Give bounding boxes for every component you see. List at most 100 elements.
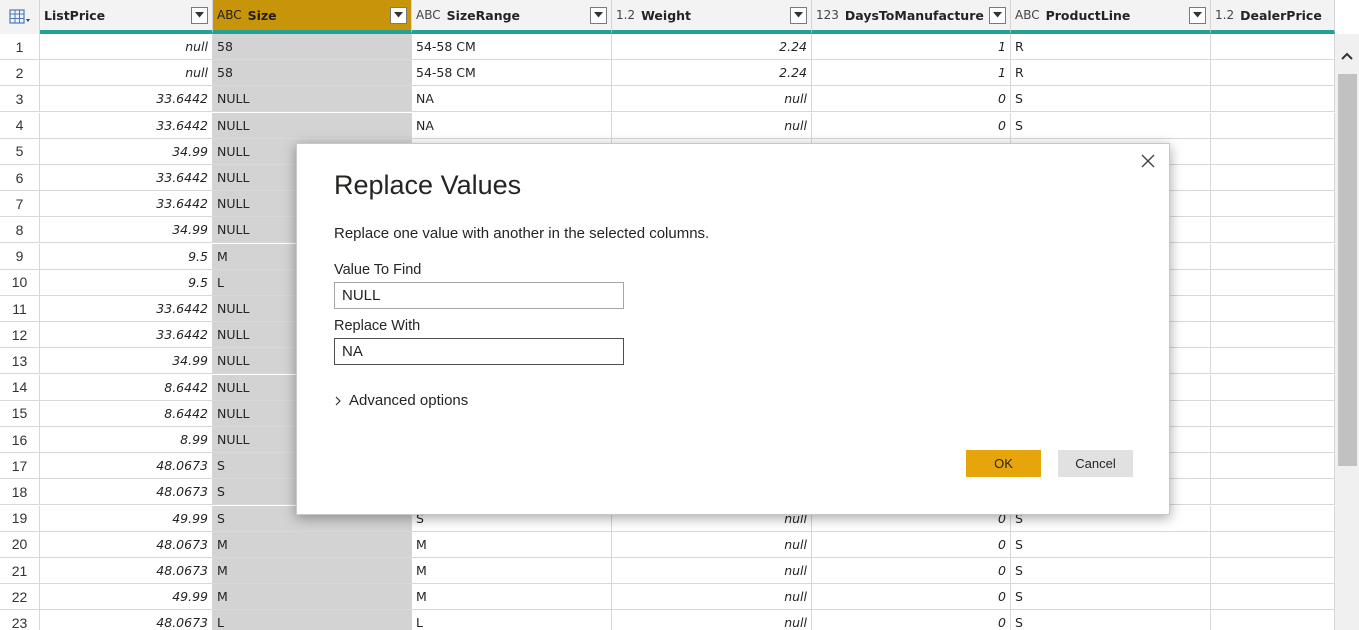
value-to-find-input[interactable]: NULL <box>334 282 624 309</box>
row-number[interactable]: 6 <box>0 165 40 191</box>
table-cell[interactable]: 0 <box>812 558 1011 584</box>
table-cell[interactable]: 49.99 <box>40 584 213 611</box>
filter-dropdown-icon[interactable] <box>790 6 807 24</box>
row-number[interactable]: 22 <box>0 584 40 611</box>
row-number[interactable]: 3 <box>0 86 40 113</box>
table-cell[interactable]: null <box>612 86 812 113</box>
filter-dropdown-icon[interactable] <box>1189 6 1206 24</box>
column-header[interactable]: 1.2 Weight <box>612 0 812 34</box>
table-cell[interactable]: 48.0673 <box>40 610 213 630</box>
row-number[interactable]: 15 <box>0 400 40 427</box>
close-icon[interactable] <box>1137 150 1159 172</box>
table-cell[interactable]: R <box>1011 34 1211 60</box>
table-cell[interactable]: R <box>1011 60 1211 87</box>
table-cell[interactable] <box>1211 296 1335 322</box>
table-cell[interactable] <box>1211 584 1335 611</box>
row-number[interactable]: 13 <box>0 348 40 375</box>
row-number[interactable]: 2 <box>0 60 40 87</box>
table-cell[interactable]: 2.24 <box>612 60 812 87</box>
table-cell[interactable]: S <box>1011 558 1211 584</box>
row-number[interactable]: 5 <box>0 138 40 165</box>
row-number[interactable]: 12 <box>0 322 40 349</box>
table-cell[interactable] <box>1211 479 1335 506</box>
table-cell[interactable]: null <box>612 558 812 584</box>
replace-with-input[interactable]: NA <box>334 338 624 365</box>
table-cell[interactable]: M <box>213 584 412 611</box>
table-cell[interactable]: 33.6442 <box>40 296 213 322</box>
column-header[interactable]: ListPrice <box>40 0 213 34</box>
table-cell[interactable]: 33.6442 <box>40 165 213 191</box>
row-number[interactable]: 20 <box>0 531 40 558</box>
row-number[interactable]: 11 <box>0 296 40 322</box>
table-cell[interactable] <box>1211 243 1335 270</box>
table-cell[interactable]: 0 <box>812 610 1011 630</box>
table-cell[interactable]: S <box>1011 531 1211 558</box>
ok-button[interactable]: OK <box>966 450 1041 477</box>
filter-dropdown-icon[interactable] <box>191 6 208 24</box>
table-cell[interactable]: 34.99 <box>40 348 213 375</box>
table-cell[interactable]: null <box>612 584 812 611</box>
table-cell[interactable]: NULL <box>213 112 412 139</box>
table-cell[interactable]: 33.6442 <box>40 112 213 139</box>
table-cell[interactable]: 0 <box>812 112 1011 139</box>
table-cell[interactable] <box>1211 610 1335 630</box>
table-cell[interactable]: M <box>213 531 412 558</box>
advanced-options-toggle[interactable]: Advanced options <box>334 392 468 409</box>
table-cell[interactable]: L <box>213 610 412 630</box>
table-cell[interactable]: 48.0673 <box>40 479 213 506</box>
column-header[interactable]: ABC SizeRange <box>412 0 612 34</box>
table-cell[interactable]: 48.0673 <box>40 531 213 558</box>
scroll-up-icon[interactable] <box>1340 50 1354 64</box>
table-cell[interactable]: 9.5 <box>40 269 213 296</box>
row-number[interactable]: 7 <box>0 191 40 218</box>
table-cell[interactable]: S <box>1011 86 1211 113</box>
table-cell[interactable] <box>1211 269 1335 296</box>
table-cell[interactable] <box>1211 86 1335 113</box>
column-header[interactable]: 1.2 DealerPrice <box>1211 0 1335 34</box>
table-cell[interactable] <box>1211 217 1335 244</box>
table-cell[interactable]: 54-58 CM <box>412 60 612 87</box>
table-cell[interactable]: 49.99 <box>40 505 213 532</box>
table-cell[interactable]: 9.5 <box>40 243 213 270</box>
table-cell[interactable] <box>1211 453 1335 480</box>
table-cell[interactable] <box>1211 191 1335 218</box>
table-cell[interactable] <box>1211 138 1335 165</box>
table-cell[interactable]: 58 <box>213 34 412 60</box>
table-cell[interactable]: 0 <box>812 531 1011 558</box>
table-cell[interactable]: null <box>612 531 812 558</box>
row-number[interactable]: 8 <box>0 217 40 244</box>
table-cell[interactable]: S <box>1011 610 1211 630</box>
cancel-button[interactable]: Cancel <box>1058 450 1133 477</box>
table-cell[interactable]: M <box>213 558 412 584</box>
row-number[interactable]: 16 <box>0 427 40 453</box>
table-cell[interactable]: 34.99 <box>40 138 213 165</box>
table-cell[interactable] <box>1211 374 1335 401</box>
scrollbar-thumb[interactable] <box>1338 74 1357 466</box>
column-type-icon[interactable]: 123 <box>816 8 839 22</box>
row-number[interactable]: 23 <box>0 610 40 630</box>
row-number[interactable]: 4 <box>0 112 40 139</box>
column-type-icon[interactable]: 1.2 <box>1215 8 1234 22</box>
column-type-icon[interactable]: ABC <box>217 8 242 22</box>
table-cell[interactable]: 58 <box>213 60 412 87</box>
table-cell[interactable] <box>1211 322 1335 349</box>
table-cell[interactable]: 33.6442 <box>40 191 213 218</box>
table-cell[interactable]: 33.6442 <box>40 322 213 349</box>
filter-dropdown-icon[interactable] <box>989 6 1006 24</box>
table-cell[interactable]: 48.0673 <box>40 453 213 480</box>
table-cell[interactable]: 8.6442 <box>40 374 213 401</box>
table-cell[interactable]: null <box>40 60 213 87</box>
table-cell[interactable] <box>1211 34 1335 60</box>
filter-dropdown-icon[interactable] <box>390 6 407 24</box>
column-type-icon[interactable]: 1.2 <box>616 8 635 22</box>
table-cell[interactable]: NA <box>412 112 612 139</box>
table-cell[interactable] <box>1211 112 1335 139</box>
table-cell[interactable]: 34.99 <box>40 217 213 244</box>
table-cell[interactable]: null <box>612 112 812 139</box>
row-number[interactable]: 10 <box>0 269 40 296</box>
table-cell[interactable]: 0 <box>812 86 1011 113</box>
table-cell[interactable]: 54-58 CM <box>412 34 612 60</box>
table-cell[interactable]: 48.0673 <box>40 558 213 584</box>
filter-dropdown-icon[interactable] <box>590 6 607 24</box>
table-cell[interactable]: S <box>1011 584 1211 611</box>
